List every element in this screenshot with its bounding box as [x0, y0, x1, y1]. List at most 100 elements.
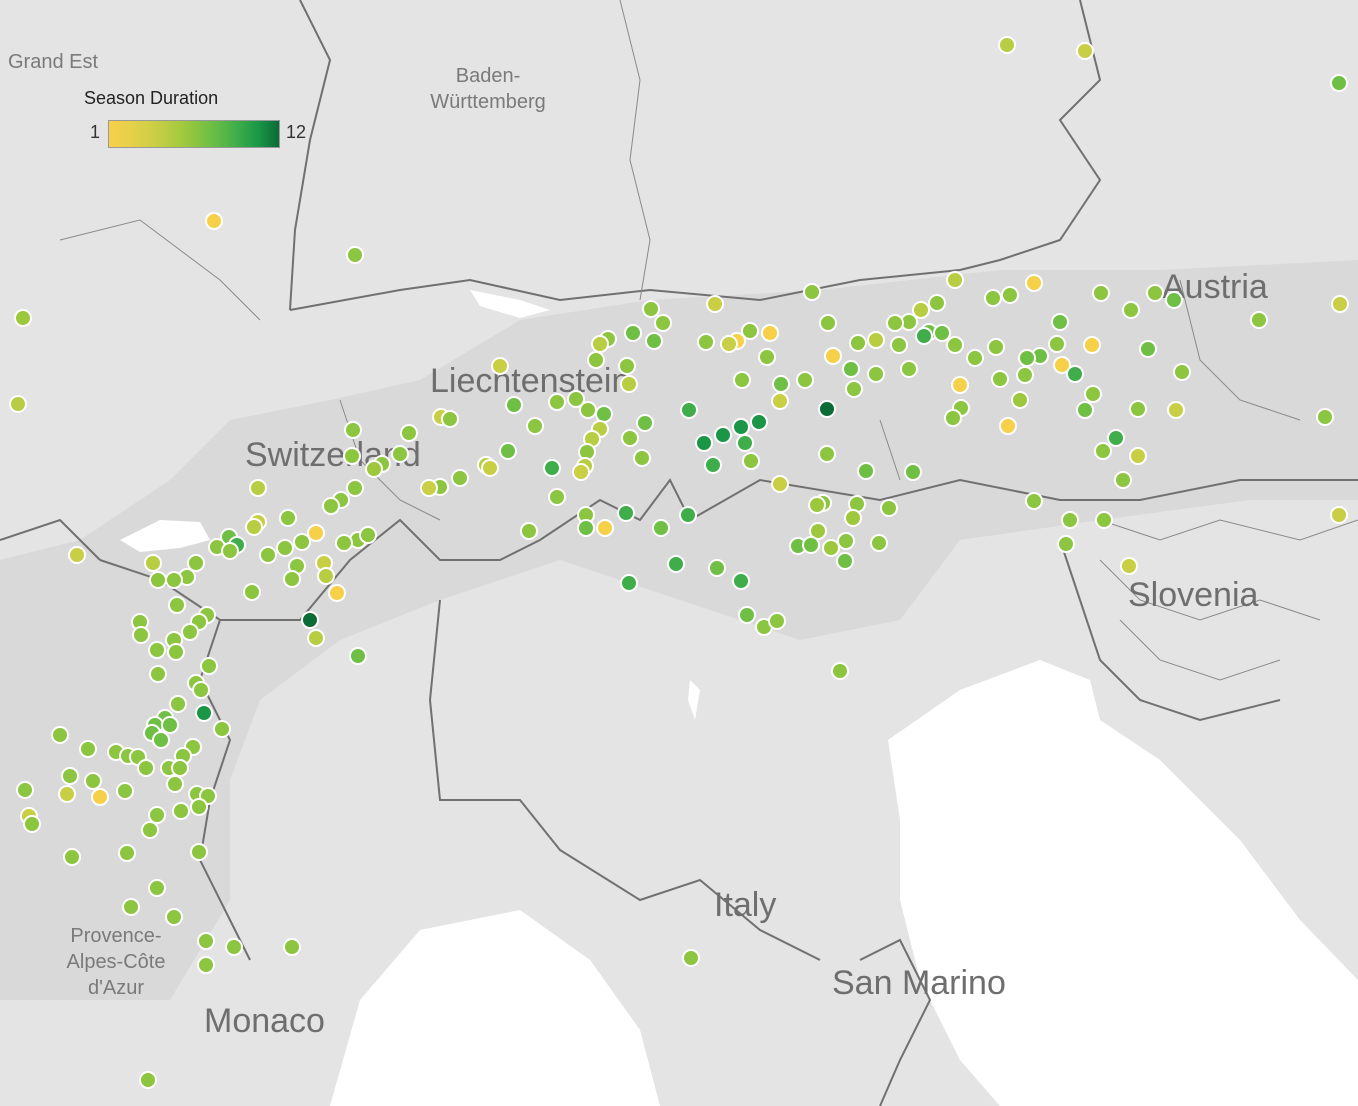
resort-point[interactable] — [122, 898, 140, 916]
resort-point[interactable] — [1114, 471, 1132, 489]
resort-point[interactable] — [68, 546, 86, 564]
resort-point[interactable] — [14, 309, 32, 327]
resort-point[interactable] — [1107, 429, 1125, 447]
resort-point[interactable] — [679, 506, 697, 524]
resort-point[interactable] — [654, 314, 672, 332]
resort-point[interactable] — [900, 360, 918, 378]
resort-point[interactable] — [844, 509, 862, 527]
resort-point[interactable] — [1057, 535, 1075, 553]
resort-point[interactable] — [706, 295, 724, 313]
resort-point[interactable] — [141, 821, 159, 839]
resort-point[interactable] — [359, 526, 377, 544]
resort-point[interactable] — [346, 479, 364, 497]
resort-point[interactable] — [738, 606, 756, 624]
resort-point[interactable] — [587, 351, 605, 369]
resort-point[interactable] — [837, 532, 855, 550]
resort-point[interactable] — [572, 463, 590, 481]
resort-point[interactable] — [736, 434, 754, 452]
resort-point[interactable] — [819, 314, 837, 332]
resort-point[interactable] — [548, 488, 566, 506]
resort-point[interactable] — [966, 349, 984, 367]
resort-point[interactable] — [1146, 284, 1164, 302]
resort-point[interactable] — [1330, 506, 1348, 524]
resort-point[interactable] — [481, 459, 499, 477]
resort-point[interactable] — [596, 519, 614, 537]
resort-point[interactable] — [633, 449, 651, 467]
resort-point[interactable] — [391, 445, 409, 463]
resort-point[interactable] — [499, 442, 517, 460]
resort-point[interactable] — [714, 426, 732, 444]
resort-point[interactable] — [205, 212, 223, 230]
resort-point[interactable] — [768, 612, 786, 630]
resort-point[interactable] — [58, 785, 76, 803]
resort-point[interactable] — [161, 716, 179, 734]
resort-point[interactable] — [1018, 349, 1036, 367]
resort-point[interactable] — [1092, 284, 1110, 302]
resort-point[interactable] — [23, 815, 41, 833]
resort-point[interactable] — [116, 782, 134, 800]
resort-point[interactable] — [933, 324, 951, 342]
resort-point[interactable] — [890, 336, 908, 354]
resort-point[interactable] — [842, 360, 860, 378]
resort-point[interactable] — [867, 331, 885, 349]
resort-point[interactable] — [1167, 401, 1185, 419]
resort-point[interactable] — [328, 584, 346, 602]
resort-point[interactable] — [1094, 442, 1112, 460]
resort-point[interactable] — [1061, 511, 1079, 529]
resort-point[interactable] — [818, 445, 836, 463]
resort-point[interactable] — [1165, 291, 1183, 309]
resort-point[interactable] — [621, 429, 639, 447]
resort-point[interactable] — [137, 759, 155, 777]
resort-point[interactable] — [771, 475, 789, 493]
resort-point[interactable] — [697, 333, 715, 351]
resort-point[interactable] — [293, 533, 311, 551]
resort-point[interactable] — [771, 392, 789, 410]
resort-point[interactable] — [720, 335, 738, 353]
resort-point[interactable] — [1139, 340, 1157, 358]
resort-point[interactable] — [620, 574, 638, 592]
resort-point[interactable] — [618, 357, 636, 375]
resort-point[interactable] — [1120, 557, 1138, 575]
resort-point[interactable] — [400, 424, 418, 442]
resort-point[interactable] — [617, 504, 635, 522]
resort-point[interactable] — [645, 332, 663, 350]
resort-point[interactable] — [680, 401, 698, 419]
resort-point[interactable] — [1122, 301, 1140, 319]
resort-point[interactable] — [1051, 313, 1069, 331]
map-canvas[interactable]: Grand Est Baden- Württemberg Provence- A… — [0, 0, 1358, 1106]
resort-point[interactable] — [84, 772, 102, 790]
resort-point[interactable] — [579, 401, 597, 419]
resort-point[interactable] — [1331, 295, 1349, 313]
resort-point[interactable] — [867, 365, 885, 383]
resort-point[interactable] — [259, 546, 277, 564]
resort-point[interactable] — [171, 759, 189, 777]
resort-point[interactable] — [652, 519, 670, 537]
resort-point[interactable] — [543, 459, 561, 477]
resort-point[interactable] — [822, 539, 840, 557]
resort-point[interactable] — [904, 463, 922, 481]
resort-point[interactable] — [213, 720, 231, 738]
resort-point[interactable] — [991, 370, 1009, 388]
resort-point[interactable] — [761, 324, 779, 342]
resort-point[interactable] — [808, 496, 826, 514]
resort-point[interactable] — [1250, 311, 1268, 329]
resort-point[interactable] — [824, 347, 842, 365]
resort-point[interactable] — [322, 497, 340, 515]
resort-point[interactable] — [181, 623, 199, 641]
resort-point[interactable] — [245, 518, 263, 536]
resort-point[interactable] — [166, 775, 184, 793]
resort-point[interactable] — [946, 336, 964, 354]
resort-point[interactable] — [1025, 274, 1043, 292]
resort-point[interactable] — [802, 536, 820, 554]
resort-point[interactable] — [168, 596, 186, 614]
resort-point[interactable] — [880, 499, 898, 517]
resort-point[interactable] — [591, 335, 609, 353]
resort-point[interactable] — [197, 956, 215, 974]
resort-point[interactable] — [187, 554, 205, 572]
resort-point[interactable] — [704, 456, 722, 474]
resort-point[interactable] — [831, 662, 849, 680]
resort-point[interactable] — [148, 879, 166, 897]
resort-point[interactable] — [139, 1071, 157, 1089]
resort-point[interactable] — [197, 932, 215, 950]
resort-point[interactable] — [998, 36, 1016, 54]
